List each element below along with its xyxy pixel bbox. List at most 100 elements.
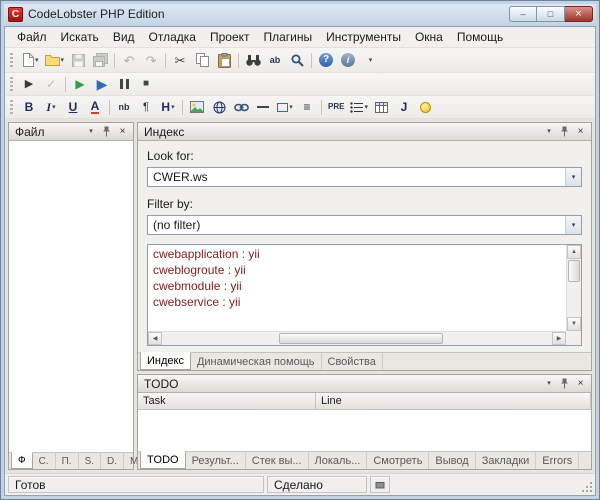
pre-button[interactable]: PRE — [325, 97, 347, 117]
undo-button[interactable]: ↶ — [118, 50, 140, 70]
find-button[interactable] — [242, 50, 264, 70]
menu-view[interactable]: Вид — [106, 28, 142, 46]
toolbar-overflow-button[interactable]: ▾ — [359, 50, 381, 70]
pause-button[interactable] — [113, 74, 135, 94]
toolbar-grip[interactable] — [10, 53, 13, 68]
pin-button[interactable] — [99, 125, 114, 139]
menu-help[interactable]: Помощь — [450, 28, 510, 46]
resize-grip[interactable] — [580, 476, 593, 493]
tab-properties[interactable]: Свойства — [322, 353, 383, 370]
tip-button[interactable] — [415, 97, 437, 117]
font-color-button[interactable]: A — [84, 97, 106, 117]
check-syntax-button[interactable]: ✓ — [40, 74, 62, 94]
pin-button[interactable] — [557, 377, 572, 391]
sidebar-tab-sql[interactable]: S. — [79, 453, 101, 469]
todo-panel-header[interactable]: TODO ▾ × — [138, 375, 591, 393]
column-header-line[interactable]: Line — [316, 393, 591, 409]
insert-globe-button[interactable] — [208, 97, 230, 117]
close-button[interactable]: × — [565, 6, 593, 22]
menu-search[interactable]: Искать — [54, 28, 106, 46]
files-panel-header[interactable]: Файл ▾ × — [9, 123, 133, 141]
continue-debug-button[interactable]: ▶ — [91, 74, 113, 94]
panel-menu-button[interactable]: ▾ — [541, 377, 556, 391]
open-file-button[interactable]: ▾ — [42, 50, 68, 70]
title-bar[interactable]: C CodeLobster PHP Edition – □ × — [4, 4, 596, 26]
look-for-value[interactable]: CWER.ws — [148, 170, 565, 184]
insert-div-button[interactable]: ▾ — [274, 97, 296, 117]
pin-button[interactable] — [557, 125, 572, 139]
toolbar-grip[interactable] — [10, 100, 13, 115]
sidebar-tab-structure[interactable]: С. — [33, 453, 56, 469]
column-header-task[interactable]: Task — [138, 393, 316, 409]
filter-by-value[interactable]: (no filter) — [148, 218, 565, 232]
paragraph-button[interactable]: ¶ — [135, 97, 157, 117]
index-panel-header[interactable]: Индекс ▾ × — [138, 123, 591, 141]
menu-debug[interactable]: Отладка — [142, 28, 203, 46]
panel-menu-button[interactable]: ▾ — [541, 125, 556, 139]
scroll-down-button[interactable]: ▼ — [567, 317, 581, 331]
combo-dropdown-button[interactable]: ▾ — [565, 216, 581, 234]
save-all-button[interactable] — [89, 50, 111, 70]
list-item[interactable]: cweblogroute : yii — [148, 262, 566, 278]
insert-image-button[interactable] — [186, 97, 208, 117]
redo-button[interactable]: ↷ — [140, 50, 162, 70]
toolbar-grip[interactable] — [10, 77, 13, 92]
maximize-button[interactable]: □ — [537, 6, 565, 22]
panel-menu-button[interactable]: ▾ — [83, 125, 98, 139]
combo-dropdown-button[interactable]: ▾ — [565, 168, 581, 186]
look-for-combobox[interactable]: CWER.ws ▾ — [147, 167, 582, 187]
heading-button[interactable]: H▾ — [157, 97, 179, 117]
insert-table-button[interactable] — [371, 97, 393, 117]
vertical-scroll-track[interactable] — [567, 259, 581, 317]
vertical-scrollbar[interactable]: ▲ ▼ — [566, 245, 581, 331]
help-button[interactable]: ? — [315, 50, 337, 70]
underline-button[interactable]: U — [62, 97, 84, 117]
tab-errors[interactable]: Errors — [536, 452, 579, 469]
justify-button[interactable]: ≡ — [296, 97, 318, 117]
sidebar-tab-files[interactable]: Ф — [11, 452, 33, 469]
files-panel-body[interactable] — [9, 141, 133, 452]
close-panel-button[interactable]: × — [115, 125, 130, 139]
insert-script-button[interactable]: J — [393, 97, 415, 117]
list-item[interactable]: cwebservice : yii — [148, 294, 566, 310]
sidebar-tab-project[interactable]: П. — [56, 453, 79, 469]
insert-link-button[interactable] — [230, 97, 252, 117]
filter-by-combobox[interactable]: (no filter) ▾ — [147, 215, 582, 235]
run-button[interactable]: ▶ — [18, 74, 40, 94]
menu-project[interactable]: Проект — [203, 28, 257, 46]
nbsp-button[interactable]: nb — [113, 97, 135, 117]
tab-locals[interactable]: Локаль... — [309, 452, 368, 469]
horizontal-scrollbar[interactable]: ◀ ▶ — [148, 331, 566, 345]
tab-todo[interactable]: TODO — [140, 451, 186, 469]
scroll-right-button[interactable]: ▶ — [552, 332, 566, 345]
close-panel-button[interactable]: × — [573, 377, 588, 391]
cut-button[interactable]: ✂ — [169, 50, 191, 70]
horizontal-scroll-thumb[interactable] — [279, 333, 443, 344]
start-debug-button[interactable]: ▶ — [69, 74, 91, 94]
horizontal-scroll-track[interactable] — [162, 332, 552, 345]
tab-index[interactable]: Индекс — [140, 352, 191, 370]
minimize-button[interactable]: – — [509, 6, 537, 22]
tab-results[interactable]: Результ... — [186, 452, 246, 469]
save-button[interactable] — [67, 50, 89, 70]
tab-watch[interactable]: Смотреть — [367, 452, 429, 469]
close-panel-button[interactable]: × — [573, 125, 588, 139]
tab-call-stack[interactable]: Стек вы... — [246, 452, 309, 469]
todo-list-body[interactable] — [138, 410, 591, 451]
list-item[interactable]: cwebapplication : yii — [148, 246, 566, 262]
tab-bookmarks[interactable]: Закладки — [476, 452, 537, 469]
menu-windows[interactable]: Окна — [408, 28, 450, 46]
info-button[interactable]: i — [337, 50, 359, 70]
insert-hr-button[interactable] — [252, 97, 274, 117]
scroll-left-button[interactable]: ◀ — [148, 332, 162, 345]
italic-button[interactable]: I▾ — [40, 97, 62, 117]
tab-dynamic-help[interactable]: Динамическая помощь — [191, 353, 322, 370]
scroll-up-button[interactable]: ▲ — [567, 245, 581, 259]
replace-button[interactable]: ab — [264, 50, 286, 70]
vertical-scroll-thumb[interactable] — [568, 260, 580, 282]
paste-button[interactable] — [213, 50, 235, 70]
tab-output[interactable]: Вывод — [429, 452, 475, 469]
menu-plugins[interactable]: Плагины — [257, 28, 320, 46]
sidebar-tab-d[interactable]: D. — [101, 453, 124, 469]
menu-file[interactable]: Файл — [10, 28, 54, 46]
